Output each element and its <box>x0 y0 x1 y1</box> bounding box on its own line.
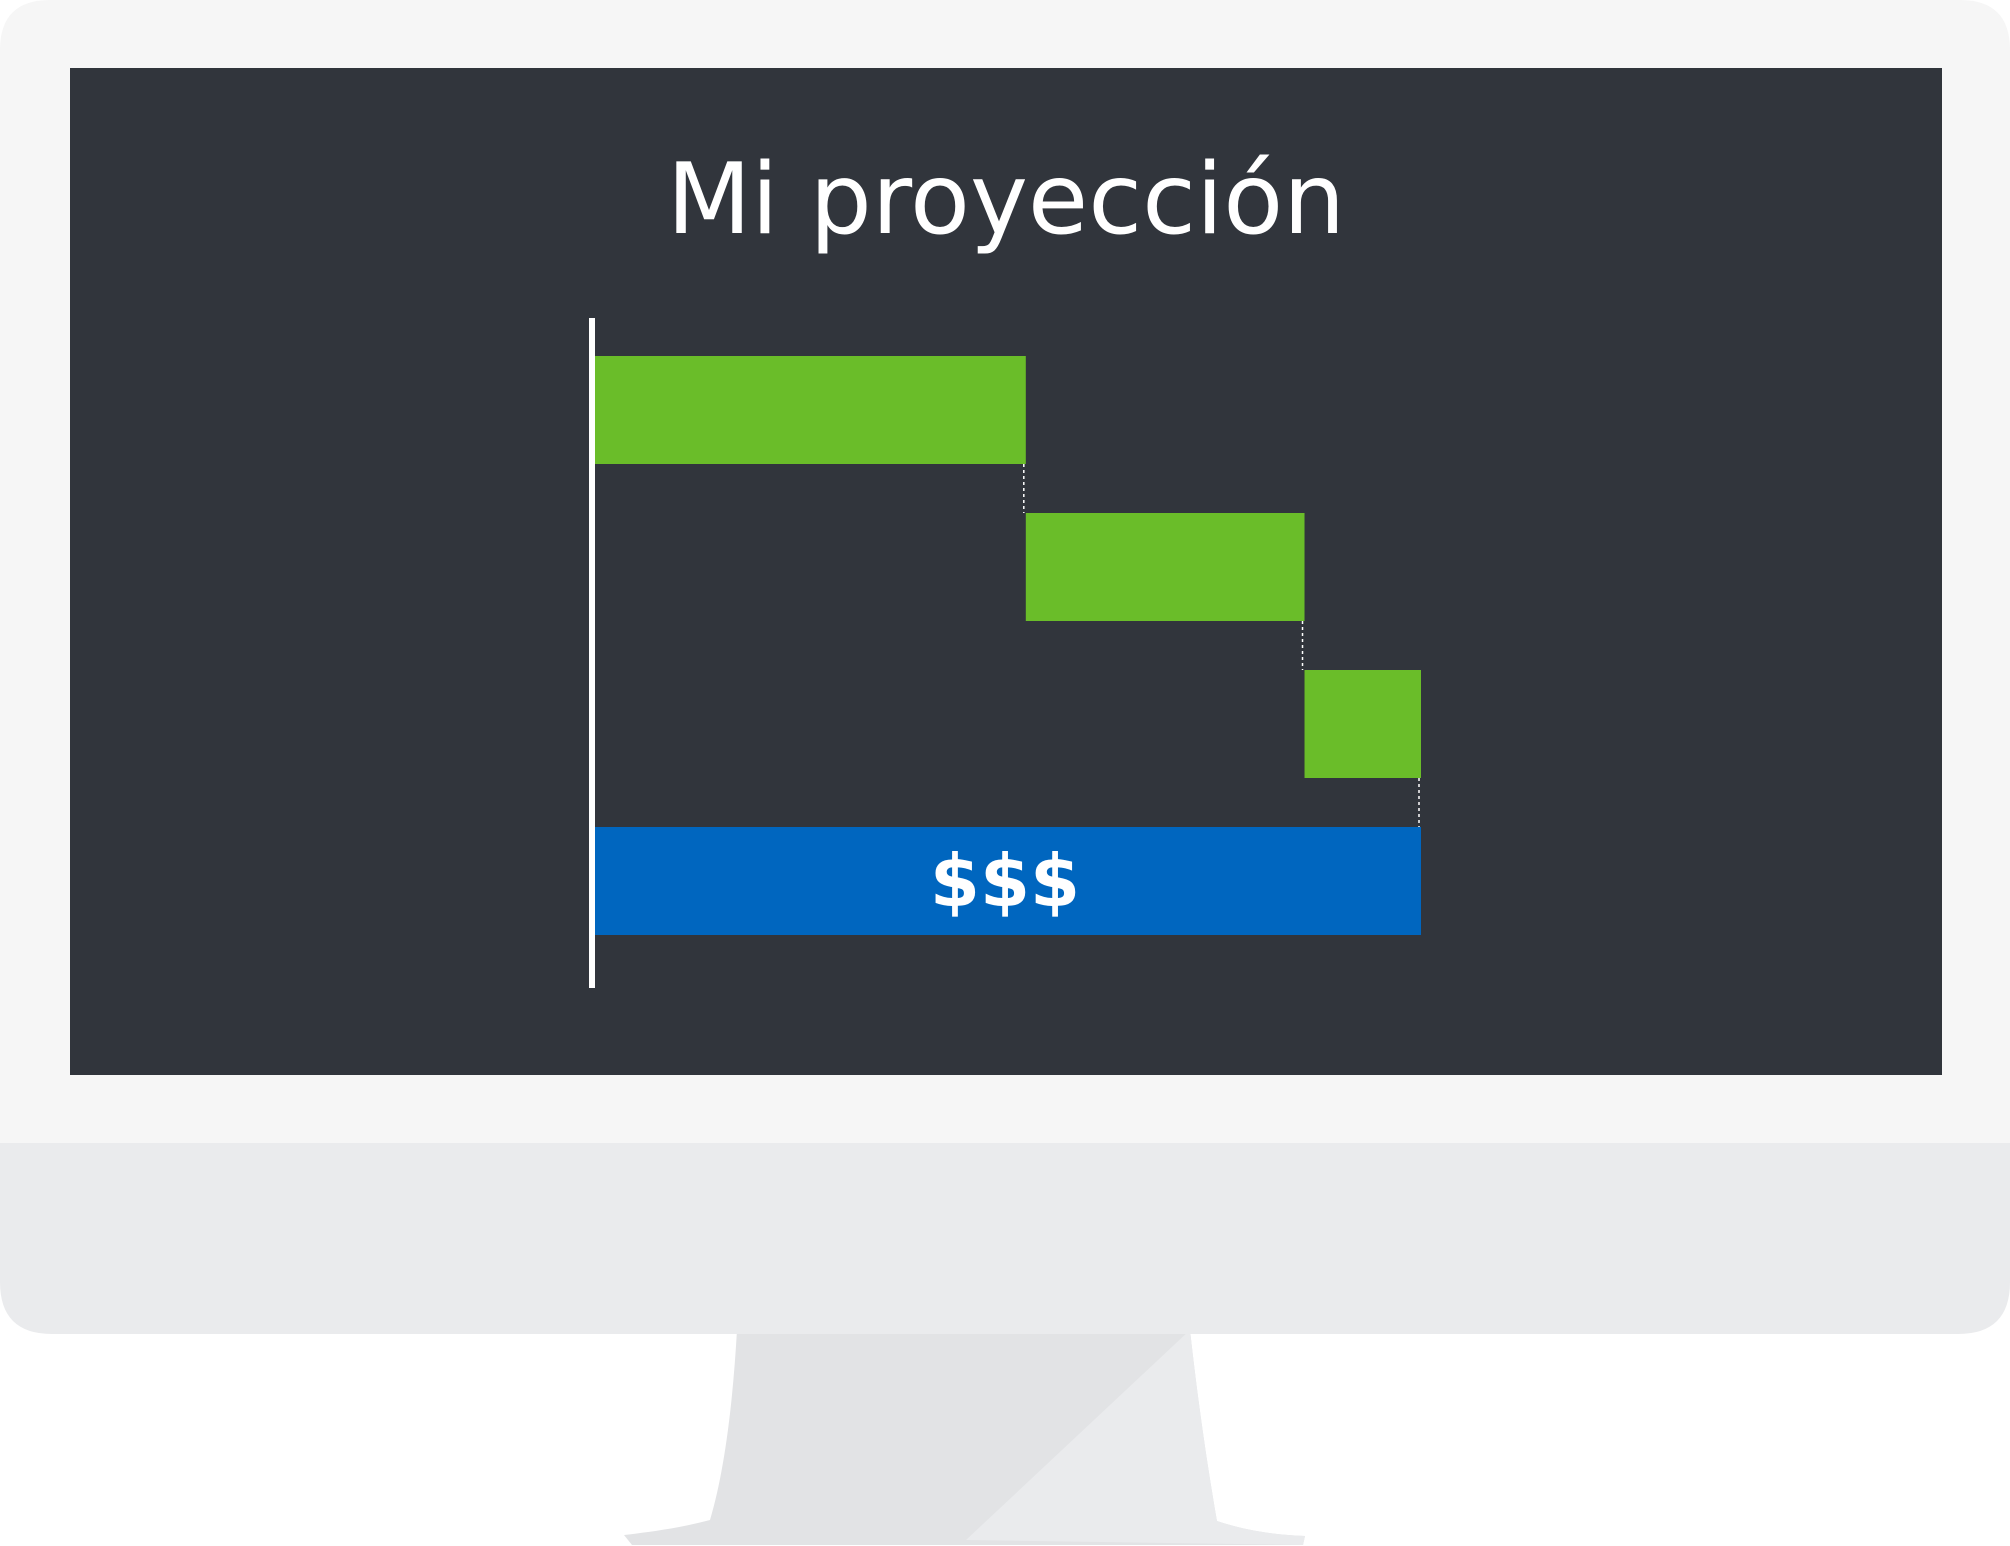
step-bar-3 <box>1304 670 1421 778</box>
monitor-chin <box>0 1143 2010 1334</box>
monitor-illustration: Mi proyección $$$ <box>0 0 2010 1545</box>
monitor-stand <box>624 1330 1305 1545</box>
step-bar-1 <box>589 356 1026 464</box>
total-bar-label: $$$ <box>930 839 1080 923</box>
step-bar-2 <box>1025 513 1305 621</box>
chart-title: Mi proyección <box>667 143 1346 257</box>
